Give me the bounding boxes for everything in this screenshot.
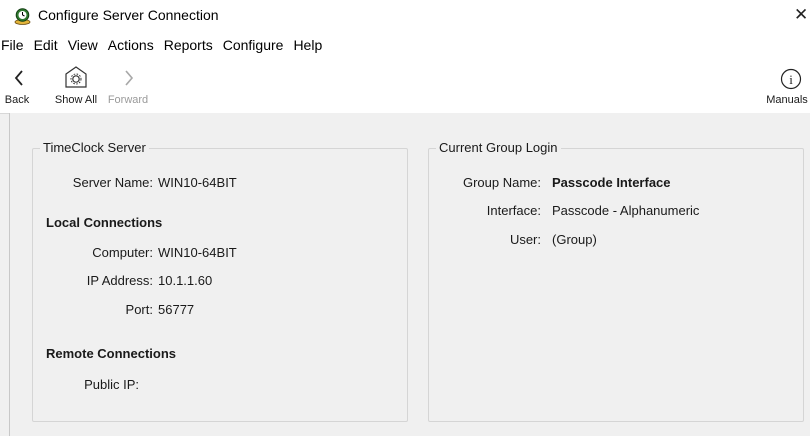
server-name-label: Server Name: (72, 175, 153, 190)
manuals-label: Manuals (766, 94, 808, 106)
ip-address-label: IP Address: (86, 273, 153, 288)
timeclock-server-group: TimeClock Server Server Name: WIN10-64BI… (32, 140, 408, 422)
menu-configure[interactable]: Configure (217, 37, 288, 53)
menu-view[interactable]: View (62, 37, 102, 53)
back-button[interactable]: Back (0, 58, 34, 113)
interface-label: Interface: (486, 203, 541, 218)
menu-actions[interactable]: Actions (102, 37, 158, 53)
forward-button[interactable]: Forward (106, 58, 150, 113)
close-icon[interactable]: ✕ (794, 5, 810, 25)
show-all-label: Show All (54, 94, 98, 106)
local-connections-heading: Local Connections (46, 215, 163, 230)
user-label: User: (509, 232, 541, 247)
show-all-gear-icon (65, 66, 87, 88)
menu-bar: File Edit View Actions Reports Configure… (0, 32, 810, 58)
current-group-login-group: Current Group Login Group Name: Passcode… (428, 140, 804, 422)
user-value: (Group) (552, 232, 597, 247)
content-area: TimeClock Server Server Name: WIN10-64BI… (9, 113, 810, 436)
back-label: Back (4, 94, 30, 106)
interface-value: Passcode - Alphanumeric (552, 203, 700, 218)
menu-file[interactable]: File (0, 37, 28, 53)
remote-connections-heading: Remote Connections (46, 346, 177, 361)
info-icon: i (780, 68, 802, 90)
svg-text:i: i (789, 72, 793, 87)
current-group-login-title: Current Group Login (436, 140, 561, 155)
menu-reports[interactable]: Reports (158, 37, 217, 53)
toolbar: Back Show All Forward i Manuals (0, 58, 810, 114)
title-bar: Configure Server Connection ✕ (0, 0, 810, 32)
app-clock-icon (14, 8, 31, 25)
computer-label: Computer: (92, 245, 153, 260)
port-value: 56777 (158, 302, 195, 317)
port-label: Port: (125, 302, 153, 317)
back-arrow-icon (14, 70, 23, 86)
public-ip-label: Public IP: (84, 377, 139, 392)
group-name-label: Group Name: (462, 175, 541, 190)
ip-address-value: 10.1.1.60 (158, 273, 213, 288)
manuals-button[interactable]: i Manuals (764, 58, 810, 113)
menu-help[interactable]: Help (287, 37, 326, 53)
group-name-value: Passcode Interface (552, 175, 671, 190)
computer-value: WIN10-64BIT (158, 245, 237, 260)
server-name-value: WIN10-64BIT (158, 175, 237, 190)
show-all-button[interactable]: Show All (52, 58, 100, 113)
forward-arrow-icon (125, 70, 134, 86)
timeclock-server-title: TimeClock Server (40, 140, 149, 155)
window-title: Configure Server Connection (38, 7, 219, 23)
forward-label: Forward (107, 94, 149, 106)
menu-edit[interactable]: Edit (28, 37, 62, 53)
